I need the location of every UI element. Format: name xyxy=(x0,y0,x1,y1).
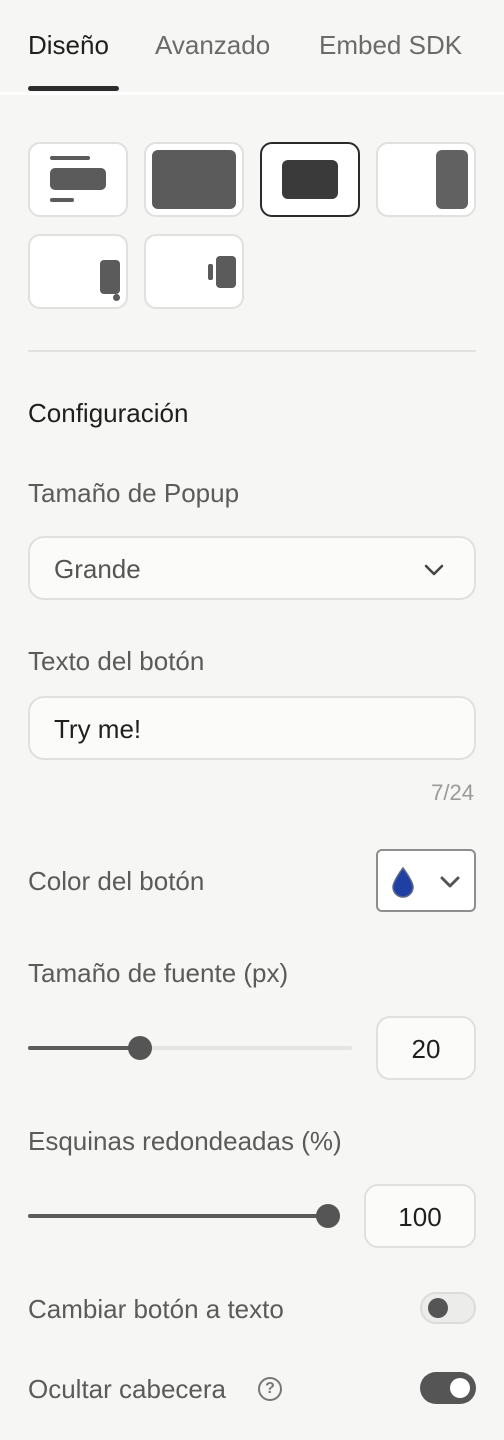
font-size-value: 20 xyxy=(411,1034,441,1064)
character-counter: 7/24 xyxy=(431,780,474,805)
chevron-down-icon xyxy=(422,558,446,582)
chevron-down-icon xyxy=(438,870,462,894)
font-size-slider-fill xyxy=(28,1046,140,1050)
button-as-text-toggle[interactable] xyxy=(420,1292,476,1324)
corner-radius-slider-thumb[interactable] xyxy=(316,1204,340,1228)
font-size-input[interactable]: 20 xyxy=(376,1016,476,1080)
droplet-icon xyxy=(390,866,416,898)
tab-embed-sdk[interactable]: Embed SDK xyxy=(319,29,462,61)
corner-radius-input[interactable]: 100 xyxy=(364,1184,476,1248)
hide-header-label: Ocultar cabecera xyxy=(28,1374,226,1404)
button-text-label: Texto del botón xyxy=(28,646,205,676)
tab-avanzado[interactable]: Avanzado xyxy=(155,29,270,61)
font-size-slider-thumb[interactable] xyxy=(128,1036,152,1060)
button-as-text-label: Cambiar botón a texto xyxy=(28,1294,284,1324)
button-color-label: Color del botón xyxy=(28,866,205,896)
layout-option-full-page[interactable] xyxy=(144,142,244,217)
layout-option-slider[interactable] xyxy=(376,142,476,217)
hide-header-toggle[interactable] xyxy=(420,1372,476,1404)
layout-option-popup[interactable] xyxy=(260,142,360,217)
toggle-knob xyxy=(428,1298,448,1318)
tab-diseno[interactable]: Diseño xyxy=(28,29,109,61)
section-divider xyxy=(28,350,476,352)
layout-option-popover[interactable] xyxy=(28,234,128,309)
active-tab-indicator xyxy=(28,86,119,91)
corner-radius-label: Esquinas redondeadas (%) xyxy=(28,1126,342,1156)
corner-radius-slider-fill xyxy=(28,1214,328,1218)
tabs-divider xyxy=(0,92,504,95)
popup-size-value: Grande xyxy=(54,554,141,584)
button-text-value: Try me! xyxy=(54,714,142,744)
help-icon[interactable]: ? xyxy=(258,1377,282,1401)
font-size-label: Tamaño de fuente (px) xyxy=(28,958,289,988)
layout-option-standard[interactable] xyxy=(28,142,128,217)
corner-radius-value: 100 xyxy=(398,1202,442,1232)
config-section-title: Configuración xyxy=(28,398,189,428)
popup-size-select[interactable]: Grande xyxy=(28,536,476,600)
toggle-knob xyxy=(450,1378,470,1398)
popup-size-label: Tamaño de Popup xyxy=(28,478,240,508)
button-text-input[interactable]: Try me! xyxy=(28,696,476,760)
layout-option-side-tab[interactable] xyxy=(144,234,244,309)
button-color-picker[interactable] xyxy=(376,849,476,912)
